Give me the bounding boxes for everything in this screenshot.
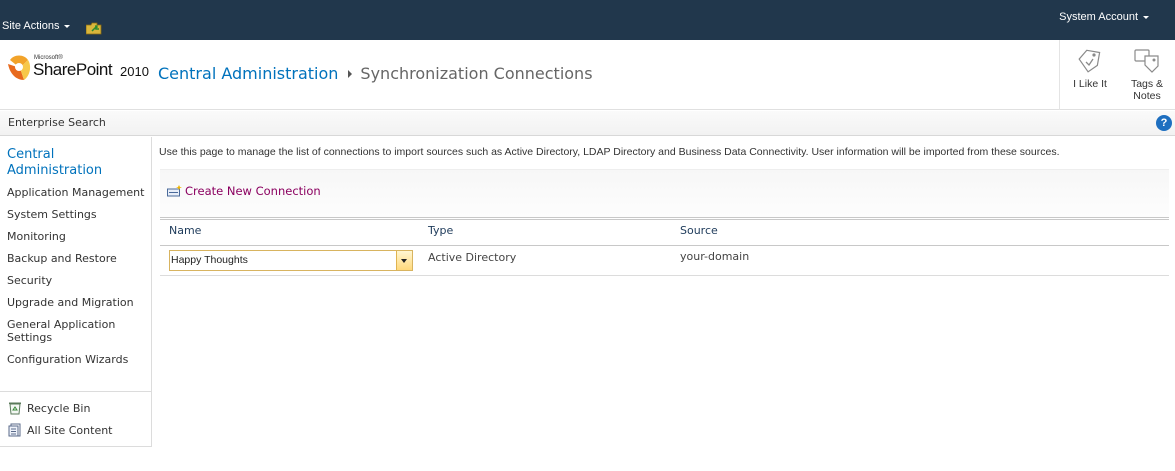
enterprise-search-label: Enterprise Search — [8, 116, 106, 129]
recycle-bin-link[interactable]: Recycle Bin — [8, 401, 90, 415]
connection-name-dropdown[interactable]: Happy Thoughts — [169, 250, 413, 271]
logo-version-text: 2010 — [120, 64, 149, 79]
column-header-type: Type — [428, 224, 454, 237]
nav-footer-line — [0, 446, 151, 447]
create-new-connection-link[interactable]: Create New Connection — [167, 184, 321, 198]
connection-name: Happy Thoughts — [171, 254, 248, 266]
all-site-content-icon — [8, 423, 21, 437]
tags-notes-label-line2: Notes — [1133, 90, 1161, 102]
tags-notes-label-line1: Tags & — [1130, 78, 1164, 90]
all-site-content-label: All Site Content — [27, 423, 113, 437]
navigate-up-folder-icon[interactable] — [86, 22, 102, 35]
title-area: Microsoft® SharePoint 2010 Central Admin… — [0, 40, 1175, 110]
nav-item-application-management[interactable]: Application Management — [7, 186, 149, 199]
user-name: System Account — [1059, 11, 1138, 23]
nav-item-monitoring[interactable]: Monitoring — [7, 230, 149, 243]
like-tag-icon — [1078, 49, 1101, 73]
chevron-down-icon — [64, 24, 71, 28]
create-new-connection-label: Create New Connection — [185, 184, 321, 198]
nav-heading-line2: Administration — [7, 163, 103, 178]
chevron-down-icon — [401, 259, 407, 263]
sharepoint-logo[interactable]: Microsoft® SharePoint 2010 — [6, 54, 156, 86]
connection-source: your-domain — [680, 250, 750, 263]
page-title: Synchronization Connections — [360, 64, 593, 83]
table-row-divider — [160, 275, 1169, 276]
all-site-content-link[interactable]: All Site Content — [8, 423, 113, 437]
social-buttons: I Like It Tags & Notes — [1059, 40, 1175, 110]
user-account-menu[interactable]: System Account — [1059, 11, 1149, 23]
table-header-divider — [160, 245, 1169, 246]
nav-heading-central-administration[interactable]: Central Administration — [7, 147, 147, 179]
recycle-bin-icon — [9, 402, 21, 415]
column-header-source: Source — [680, 224, 718, 237]
table-top-border — [160, 217, 1169, 221]
site-actions-label: Site Actions — [2, 20, 60, 32]
dropdown-button[interactable] — [396, 251, 412, 270]
logo-product-text: SharePoint — [33, 60, 113, 79]
connections-toolbar: Create New Connection — [160, 169, 1169, 217]
top-ribbon-bar: Site Actions System Account — [0, 0, 1175, 40]
nav-item-system-settings[interactable]: System Settings — [7, 208, 149, 221]
nav-item-configuration-wizards[interactable]: Configuration Wizards — [7, 353, 149, 366]
i-like-it-button[interactable]: I Like It — [1070, 48, 1110, 90]
nav-item-backup-and-restore[interactable]: Backup and Restore — [7, 252, 149, 265]
breadcrumb: Central Administration Synchronization C… — [158, 64, 593, 83]
breadcrumb-arrow-icon — [348, 69, 353, 78]
breadcrumb-root-link[interactable]: Central Administration — [158, 64, 338, 83]
nav-item-security[interactable]: Security — [7, 274, 149, 287]
chevron-down-icon — [1143, 15, 1149, 19]
nav-item-general-application-settings[interactable]: General Application Settings — [7, 318, 132, 344]
tags-notes-icon — [1134, 49, 1159, 73]
i-like-it-label: I Like It — [1073, 78, 1107, 90]
main-content: Use this page to manage the list of conn… — [152, 137, 1175, 447]
nav-item-upgrade-and-migration[interactable]: Upgrade and Migration — [7, 296, 149, 309]
new-connection-icon — [167, 185, 182, 197]
sharepoint-logo-icon — [8, 55, 31, 80]
help-icon[interactable]: ? — [1156, 115, 1172, 131]
left-navigation: Central Administration Application Manag… — [0, 137, 152, 447]
recycle-bin-label: Recycle Bin — [27, 401, 91, 415]
nav-divider — [0, 391, 151, 392]
tags-and-notes-button[interactable]: Tags & Notes — [1122, 48, 1172, 102]
connection-type: Active Directory — [428, 251, 517, 264]
column-header-name: Name — [169, 224, 202, 237]
enterprise-search-bar: Enterprise Search ? — [0, 111, 1175, 136]
site-actions-menu[interactable]: Site Actions — [2, 20, 71, 32]
nav-heading-line1: Central — [7, 147, 55, 162]
page-description: Use this page to manage the list of conn… — [159, 146, 1060, 158]
